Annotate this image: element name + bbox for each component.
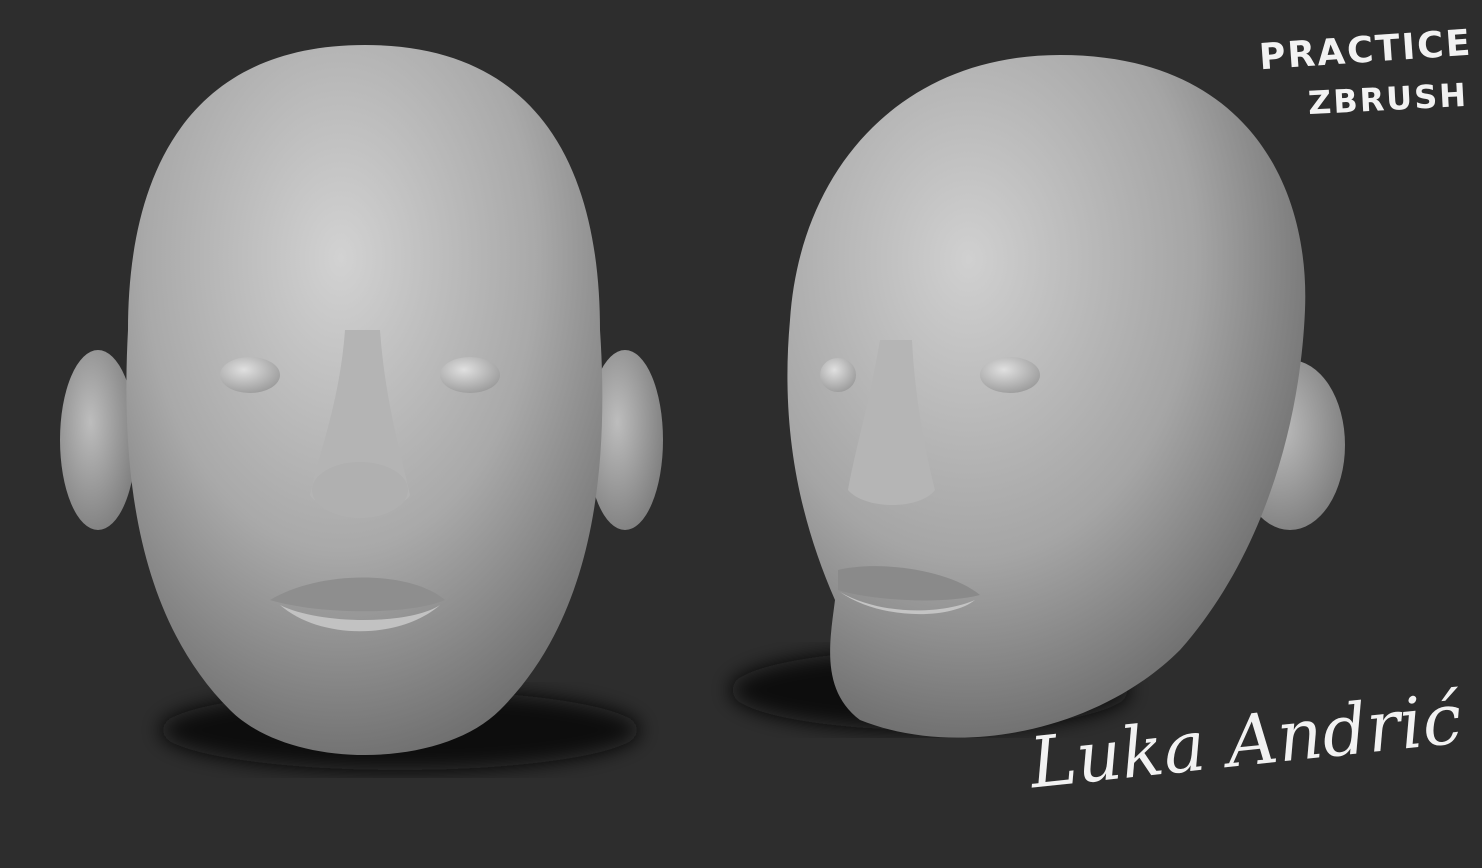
ear-left: [60, 350, 136, 530]
head-three-quarter-view: [787, 55, 1345, 738]
head-front-view: [60, 45, 663, 755]
render-canvas: PRACTICE ZBRUSH Luka Andrić: [0, 0, 1482, 868]
